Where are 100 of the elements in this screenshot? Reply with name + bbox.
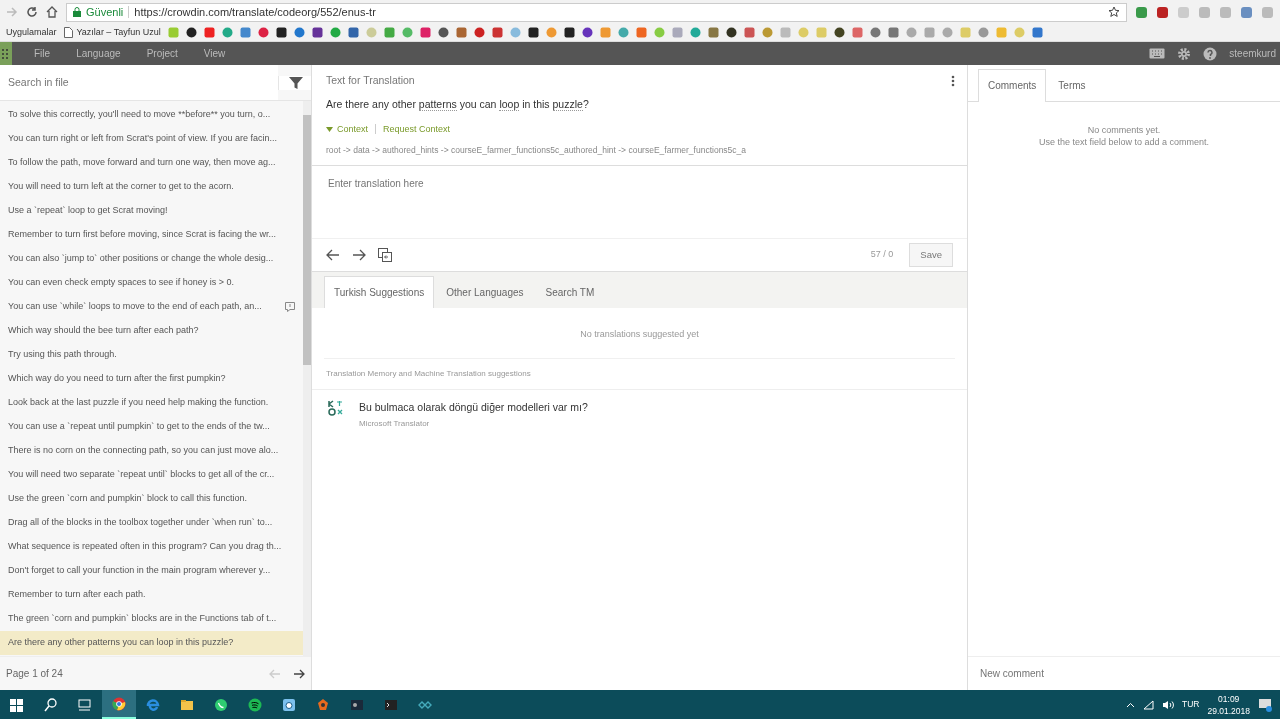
suggestion-tab[interactable]: Other Languages	[436, 276, 534, 308]
segment-item[interactable]: Use a `repeat` loop to get Scrat moving!	[0, 199, 303, 223]
bookmark-icon[interactable]	[563, 27, 575, 38]
help-icon[interactable]	[1203, 46, 1218, 61]
segment-item[interactable]: To follow the path, move forward and turn one way, then move ag...	[0, 151, 303, 175]
section-label: Translation Memory and Machine Translation suggestions	[312, 358, 967, 390]
music-icon[interactable]	[248, 697, 262, 712]
segment-row[interactable]: You can use `while` loops to move to the end of each path, an...	[0, 295, 303, 319]
previous-icon[interactable]	[326, 248, 340, 261]
camera-icon[interactable]	[282, 697, 296, 712]
menu-item[interactable]: Project	[146, 46, 178, 61]
settings-icon[interactable]	[1177, 46, 1192, 61]
browser-icon[interactable]	[112, 696, 126, 711]
folder-icon[interactable]	[180, 697, 194, 712]
segment-item[interactable]: Remember to turn after each path.	[0, 583, 303, 607]
language-indicator[interactable]: TUR	[1181, 698, 1200, 711]
apps-grid-icon[interactable]	[0, 42, 12, 65]
notification-icon[interactable]	[1258, 697, 1272, 712]
segment-item[interactable]: Use the green `corn and pumpkin` block to call this function.	[0, 487, 303, 511]
volume-icon[interactable]	[1161, 699, 1174, 710]
star-icon[interactable]	[1108, 6, 1120, 18]
home-icon[interactable]	[46, 6, 58, 18]
source-text: Are there any other patterns you can loop in this puzzle?	[326, 96, 590, 113]
empty-message: No translations suggested yet	[324, 308, 955, 359]
next-icon[interactable]	[352, 248, 366, 261]
segment-item[interactable]: Remember to turn first before moving, since Scrat is facing the wr...	[0, 223, 303, 247]
wifi-icon[interactable]	[1142, 699, 1154, 710]
segment-item[interactable]: You will need to turn left at the corner to get to the acorn.	[0, 175, 303, 199]
extension-icon[interactable]	[1135, 5, 1148, 19]
bookmark-icon[interactable]	[527, 27, 539, 38]
game-icon[interactable]	[350, 697, 364, 712]
caret-icon	[326, 126, 333, 132]
save-button[interactable]: Save	[909, 242, 953, 267]
extension-icon[interactable]	[1240, 5, 1253, 19]
empty-message: Use the text field below to add a comment.	[1037, 136, 1211, 148]
segment-item[interactable]: Which way do you need to turn after the first pumpkin?	[0, 367, 303, 391]
filter-icon[interactable]	[289, 75, 303, 90]
reload-icon[interactable]	[26, 6, 38, 18]
secure-label: Güvenli	[86, 4, 124, 20]
segment-item[interactable]: Drag all of the blocks in the toolbox together under `when run` to...	[0, 511, 303, 535]
copy-source-icon[interactable]	[378, 247, 392, 262]
segment-item[interactable]: You can use a `repeat until pumpkin` to get to the ends of the tw...	[0, 415, 303, 439]
segment-item[interactable]: Look back at the last puzzle if you need help making the function.	[0, 391, 303, 415]
suggestion-tab[interactable]: Turkish Suggestions	[324, 276, 435, 308]
comments-tab[interactable]: Comments	[978, 69, 1047, 102]
bookmark-icon[interactable]	[833, 27, 845, 38]
bookmark-link[interactable]: Uygulamalar	[6, 25, 57, 40]
segment-item[interactable]: You can even check empty spaces to see if honey is > 0.	[0, 271, 303, 295]
menu-item[interactable]: Language	[76, 46, 121, 61]
segment-item[interactable]: Try using this path through.	[0, 343, 303, 367]
menu-item[interactable]: File	[34, 46, 51, 61]
comments-tab[interactable]: Terms	[1048, 69, 1096, 101]
bookmark-icon[interactable]	[725, 27, 737, 38]
lock-icon	[73, 7, 81, 17]
clock-time[interactable]: 01:09	[1207, 692, 1250, 705]
segment-item[interactable]: Which way should the bee turn after each path?	[0, 319, 303, 343]
context-toggle[interactable]: Context	[326, 122, 369, 136]
segment-item[interactable]: Don't forget to call your function in the main program wherever y...	[0, 559, 303, 583]
extension-icon[interactable]	[1156, 5, 1169, 19]
bookmark-link[interactable]: Yazılar – Tayfun Uzul	[63, 25, 161, 40]
more-options-icon[interactable]	[951, 74, 955, 87]
search-icon[interactable]	[44, 697, 58, 712]
empty-message: No comments yet.	[1086, 124, 1162, 136]
scrollbar[interactable]	[303, 101, 311, 656]
character-counter: 57 / 0	[870, 248, 894, 262]
translate-icon	[328, 399, 343, 416]
user-name[interactable]: steemkurd	[1229, 46, 1276, 61]
suggestion-text[interactable]: Bu bulmaca olarak döngü diğer modelleri var mı?	[359, 399, 588, 416]
bookmark-icon[interactable]	[437, 27, 449, 38]
app-icon[interactable]	[316, 697, 330, 712]
menu-item[interactable]: View	[203, 46, 226, 61]
segment-item[interactable]: There is no corn on the connecting path, so you can just move alo...	[0, 439, 303, 463]
chevron-up-icon[interactable]	[1125, 701, 1135, 708]
suggestion-source: Microsoft Translator	[359, 418, 431, 431]
segment-item[interactable]: The green `corn and pumpkin` blocks are in the Functions tab of t...	[0, 607, 303, 631]
segment-item[interactable]: You can turn right or left from Scrat's point of view. If you are facin...	[0, 127, 303, 151]
suggestion-tab[interactable]: Search TM	[535, 276, 605, 308]
start-icon[interactable]	[10, 697, 24, 712]
bookmark-icon[interactable]	[275, 27, 287, 38]
segment-item[interactable]: Are there any other patterns you can loop in this puzzle?	[0, 631, 303, 655]
context-path: root -> data -> authored_hints -> courseE_farmer_functions5c_authored_hint -> courseE_farmer_functions5c_a	[326, 144, 748, 157]
segment-text: You can use `while` loops to move to the end of each path, an...	[8, 300, 262, 314]
section-title: Text for Translation	[326, 73, 416, 88]
segment-item[interactable]: To solve this correctly, you'll need to move **before** you turn, o...	[0, 103, 303, 127]
request-context-link[interactable]: Request Context	[383, 122, 451, 136]
segment-item[interactable]: You can also `jump to` other positions or change the whole desig...	[0, 247, 303, 271]
segment-item[interactable]: You will need two separate `repeat until` blocks to get all of the cr...	[0, 463, 303, 487]
address-bar[interactable]: Güvenli https://crowdin.com/translate/codeorg/552/enus-tr	[66, 2, 1127, 22]
keyboard-icon[interactable]	[1149, 48, 1166, 59]
segment-item[interactable]: What sequence is repeated often in this program? Can you drag th...	[0, 535, 303, 559]
url-text: https://crowdin.com/translate/codeorg/552/enus-tr	[134, 4, 377, 20]
chat-icon[interactable]	[214, 697, 228, 712]
clock-date[interactable]: 29.01.2018	[1207, 704, 1250, 717]
task-view-icon[interactable]	[78, 697, 92, 712]
bookmark-icon[interactable]	[311, 27, 323, 38]
edge-icon[interactable]	[146, 697, 160, 712]
bookmark-icon[interactable]	[185, 27, 197, 38]
bookmark-icon[interactable]	[581, 27, 593, 38]
search-field[interactable]: Search in file	[0, 65, 278, 100]
next-page-icon[interactable]	[293, 668, 305, 679]
